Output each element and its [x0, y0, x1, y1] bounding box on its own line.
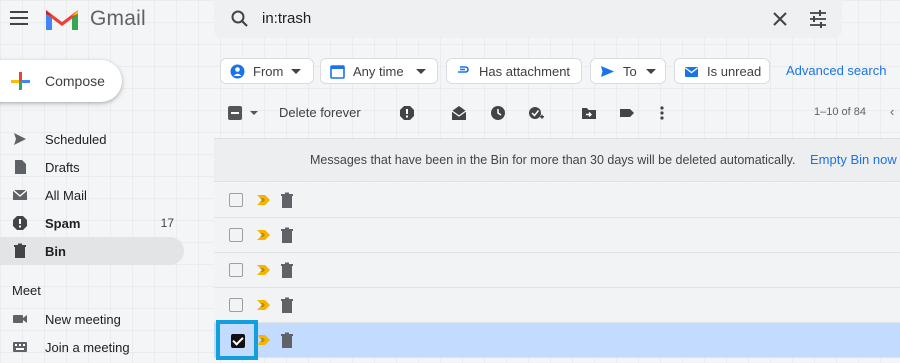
- importance-marker-icon[interactable]: [256, 265, 270, 275]
- trash-icon: [14, 243, 26, 258]
- filter-to-chip[interactable]: To: [590, 58, 666, 84]
- importance-marker-icon[interactable]: [256, 335, 270, 345]
- search-bar[interactable]: in:trash: [214, 0, 842, 38]
- compose-label: Compose: [45, 73, 105, 89]
- sidebar-item-label: New meeting: [45, 312, 121, 327]
- brand-name: Gmail: [90, 7, 146, 30]
- sidebar-item-label: All Mail: [45, 188, 87, 203]
- filter-from-label: From: [253, 64, 284, 79]
- person-icon: [230, 64, 245, 79]
- compose-button[interactable]: Compose: [0, 60, 122, 102]
- filter-has-attachment-label: Has attachment: [479, 64, 571, 79]
- move-to-icon[interactable]: [581, 105, 597, 121]
- filter-from-chip[interactable]: From: [220, 58, 314, 84]
- bin-info-message: Messages that have been in the Bin for m…: [310, 153, 796, 167]
- sidebar-item-scheduled[interactable]: Scheduled: [0, 125, 184, 153]
- calendar-icon: [330, 65, 345, 79]
- trash-icon: [281, 192, 293, 208]
- table-row[interactable]: [214, 183, 900, 218]
- previous-page-button[interactable]: ‹: [890, 104, 894, 119]
- table-row[interactable]: [214, 253, 900, 288]
- chevron-down-icon: [291, 69, 301, 74]
- video-camera-icon: [13, 315, 27, 323]
- sidebar-item-drafts[interactable]: Drafts: [0, 153, 184, 181]
- keyboard-icon: [13, 342, 27, 352]
- filter-to-label: To: [623, 64, 637, 79]
- scheduled-icon: [14, 133, 26, 145]
- select-menu-chevron-icon[interactable]: [250, 111, 258, 115]
- table-row[interactable]: [214, 288, 900, 323]
- search-options-icon[interactable]: [808, 9, 828, 29]
- main-menu-icon[interactable]: [10, 8, 30, 30]
- add-to-tasks-icon[interactable]: [528, 105, 544, 121]
- gmail-logo[interactable]: [44, 6, 80, 32]
- filter-has-attachment-chip[interactable]: Has attachment: [446, 58, 582, 84]
- search-input[interactable]: in:trash: [262, 10, 311, 27]
- advanced-search-link[interactable]: Advanced search: [786, 63, 886, 78]
- attachment-icon: [458, 66, 469, 73]
- row-checkbox[interactable]: [229, 263, 243, 277]
- trash-icon: [281, 262, 293, 278]
- spam-icon: [13, 216, 27, 230]
- snooze-clock-icon[interactable]: [490, 105, 506, 121]
- top-bar: Gmail in:trash: [0, 0, 900, 40]
- sidebar-item-label: Spam: [45, 216, 81, 231]
- importance-marker-icon[interactable]: [256, 195, 270, 205]
- delete-forever-button[interactable]: Delete forever: [279, 105, 361, 120]
- mark-as-read-icon[interactable]: [451, 105, 467, 121]
- checkbox-highlight-box: [216, 320, 258, 360]
- meet-heading: Meet: [12, 283, 41, 298]
- filter-any-time-chip[interactable]: Any time: [320, 58, 438, 84]
- label-icon[interactable]: [619, 105, 635, 121]
- spam-count: 17: [160, 216, 174, 230]
- report-spam-icon[interactable]: [399, 105, 415, 121]
- trash-icon: [281, 332, 293, 348]
- filter-is-unread-chip[interactable]: Is unread: [674, 58, 770, 84]
- row-checkbox[interactable]: [229, 193, 243, 207]
- row-checkbox[interactable]: [229, 298, 243, 312]
- plus-icon: [11, 72, 30, 90]
- more-options-icon[interactable]: [654, 105, 670, 121]
- sidebar-item-bin[interactable]: Bin: [0, 237, 184, 265]
- sidebar-item-new-meeting[interactable]: New meeting: [0, 305, 184, 333]
- table-row-selected[interactable]: [214, 320, 900, 360]
- filter-any-time-label: Any time: [353, 64, 404, 79]
- row-checkbox-checked[interactable]: [231, 334, 245, 348]
- pagination-range: 1–10 of 84: [814, 106, 866, 118]
- sidebar-item-all-mail[interactable]: All Mail: [0, 181, 184, 209]
- chevron-down-icon: [646, 69, 656, 74]
- unread-mail-icon: [685, 67, 698, 77]
- importance-marker-icon[interactable]: [256, 300, 270, 310]
- importance-marker-icon[interactable]: [256, 230, 270, 240]
- chevron-down-icon: [416, 69, 426, 74]
- select-all-checkbox[interactable]: [228, 106, 242, 120]
- search-icon[interactable]: [230, 9, 250, 29]
- close-icon[interactable]: [770, 9, 790, 29]
- mail-icon: [12, 189, 28, 200]
- mail-toolbar: Delete forever 1–10 of 84 ‹: [214, 96, 900, 130]
- sidebar-item-label: Drafts: [45, 160, 80, 175]
- trash-icon: [281, 297, 293, 313]
- filter-is-unread-label: Is unread: [707, 64, 762, 79]
- send-icon: [601, 66, 614, 77]
- sidebar-item-join-meeting[interactable]: Join a meeting: [0, 333, 184, 361]
- sidebar-item-label: Join a meeting: [45, 340, 130, 355]
- bin-info-banner: Messages that have been in the Bin for m…: [214, 138, 900, 182]
- sidebar-item-label: Scheduled: [45, 132, 107, 147]
- sidebar-item-label: Bin: [45, 244, 66, 259]
- table-row[interactable]: [214, 218, 900, 253]
- draft-icon: [15, 160, 26, 174]
- row-checkbox[interactable]: [229, 228, 243, 242]
- empty-bin-button[interactable]: Empty Bin now: [810, 152, 897, 167]
- sidebar-item-spam[interactable]: Spam 17: [0, 209, 184, 237]
- trash-icon: [281, 227, 293, 243]
